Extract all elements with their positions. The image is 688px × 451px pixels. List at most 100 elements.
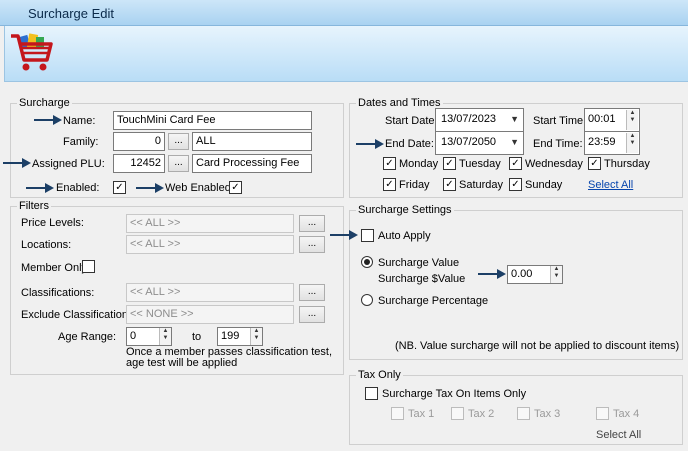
- auto-apply-label: Auto Apply: [378, 230, 431, 242]
- tax-1-label: Tax 1: [408, 408, 435, 420]
- start-date-value: 13/07/2023: [441, 113, 497, 125]
- tuesday-checkbox[interactable]: ✓: [443, 157, 456, 170]
- exclude-classifications-browse-button[interactable]: ...: [299, 306, 325, 323]
- tax-on-items-checkbox[interactable]: [365, 387, 378, 400]
- surcharge-value-label: Surcharge Value: [378, 257, 460, 269]
- pointer-arrow-end-date: [356, 139, 384, 149]
- pointer-arrow-name: [34, 115, 62, 125]
- surcharge-value-radio[interactable]: [361, 256, 373, 268]
- price-levels-field: << ALL >>: [126, 214, 294, 233]
- window-title: Surcharge Edit: [28, 6, 114, 21]
- start-time-value: 00:01: [588, 113, 616, 125]
- web-enabled-label: Web Enabled: [165, 182, 231, 194]
- classifications-label: Classifications:: [21, 287, 95, 299]
- auto-apply-checkbox[interactable]: [361, 229, 374, 242]
- age-to-label: to: [192, 331, 202, 343]
- plu-name-field: Card Processing Fee: [192, 154, 312, 173]
- pointer-arrow-dollar-value: [478, 269, 506, 279]
- friday-checkbox[interactable]: ✓: [383, 178, 396, 191]
- member-only-checkbox[interactable]: [82, 260, 95, 273]
- enabled-label: Enabled:: [56, 182, 100, 194]
- start-time-label: Start Time:: [533, 115, 587, 127]
- plu-label: Assigned PLU:: [32, 158, 105, 170]
- price-levels-browse-button[interactable]: ...: [299, 215, 325, 232]
- header-banner: [4, 26, 688, 82]
- tuesday-label: Tuesday: [459, 158, 501, 170]
- locations-field: << ALL >>: [126, 235, 294, 254]
- tax-1-checkbox[interactable]: [391, 407, 404, 420]
- pointer-arrow-web: [136, 183, 164, 193]
- plu-code-input[interactable]: 12452: [113, 154, 165, 173]
- surcharge-dollar-label: Surcharge $Value: [378, 273, 466, 285]
- discount-note: (NB. Value surcharge will not be applied…: [395, 340, 680, 352]
- classifications-field: << ALL >>: [126, 283, 294, 302]
- sunday-checkbox[interactable]: ✓: [509, 178, 522, 191]
- surcharge-percentage-radio[interactable]: [361, 294, 373, 306]
- monday-label: Monday: [399, 158, 439, 170]
- dates-legend: Dates and Times: [358, 97, 441, 109]
- surcharge-dollar-spin-icon[interactable]: ▲ ▼: [550, 266, 562, 283]
- tax-3-checkbox[interactable]: [517, 407, 530, 420]
- age-to-stepper[interactable]: 199 ▲ ▼: [217, 327, 263, 346]
- family-label: Family:: [63, 136, 99, 148]
- plu-browse-button[interactable]: ...: [168, 155, 189, 172]
- end-time-value: 23:59: [588, 136, 616, 148]
- member-only-label: Member Only: [21, 262, 88, 274]
- thursday-label: Thursday: [604, 158, 650, 170]
- locations-browse-button[interactable]: ...: [299, 236, 325, 253]
- family-code-input[interactable]: 0: [113, 132, 165, 151]
- saturday-label: Saturday: [459, 179, 504, 191]
- start-date-label: Start Date:: [385, 115, 438, 127]
- end-date-value: 13/07/2050: [441, 136, 497, 148]
- age-note-line-2: age test will be applied: [126, 357, 238, 369]
- enabled-checkbox[interactable]: ✓: [113, 181, 126, 194]
- classifications-browse-button[interactable]: ...: [299, 284, 325, 301]
- family-browse-button[interactable]: ...: [168, 133, 189, 150]
- start-time-stepper[interactable]: 00:01 ▲ ▼: [584, 108, 640, 132]
- age-from-value: 0: [130, 330, 137, 342]
- saturday-checkbox[interactable]: ✓: [443, 178, 456, 191]
- thursday-checkbox[interactable]: ✓: [588, 157, 601, 170]
- surcharge-dollar-stepper[interactable]: 0.00 ▲ ▼: [507, 265, 563, 284]
- friday-label: Friday: [399, 179, 430, 191]
- sunday-label: Sunday: [525, 179, 563, 191]
- tax-select-all-link[interactable]: Select All: [596, 429, 641, 441]
- surcharge-legend: Surcharge: [19, 97, 70, 109]
- end-date-picker[interactable]: 13/07/2050 ▼: [435, 131, 524, 155]
- end-date-label: End Date:: [385, 138, 434, 150]
- age-to-spin-icon[interactable]: ▲ ▼: [250, 328, 262, 345]
- surcharge-dollar-value: 0.00: [511, 268, 533, 280]
- tax-legend: Tax Only: [358, 369, 401, 381]
- pointer-arrow-enabled: [26, 183, 54, 193]
- web-enabled-checkbox[interactable]: ✓: [229, 181, 242, 194]
- surcharge-percentage-label: Surcharge Percentage: [378, 295, 489, 307]
- name-label: Name:: [63, 115, 96, 127]
- end-time-label: End Time:: [533, 138, 583, 150]
- start-time-spin-icon[interactable]: ▲ ▼: [626, 110, 638, 130]
- end-time-stepper[interactable]: 23:59 ▲ ▼: [584, 131, 640, 155]
- end-time-spin-icon[interactable]: ▲ ▼: [626, 133, 638, 153]
- shopping-cart-icon: [11, 33, 53, 71]
- price-levels-label: Price Levels:: [21, 217, 84, 229]
- pointer-arrow-plu: [3, 158, 31, 168]
- tax-4-label: Tax 4: [613, 408, 640, 420]
- wednesday-checkbox[interactable]: ✓: [509, 157, 522, 170]
- age-from-stepper[interactable]: 0 ▲ ▼: [126, 327, 172, 346]
- select-all-days-link[interactable]: Select All: [588, 179, 633, 191]
- filters-legend: Filters: [19, 200, 49, 212]
- monday-checkbox[interactable]: ✓: [383, 157, 396, 170]
- name-input[interactable]: TouchMini Card Fee: [113, 111, 312, 130]
- age-from-spin-icon[interactable]: ▲ ▼: [159, 328, 171, 345]
- tax-4-checkbox[interactable]: [596, 407, 609, 420]
- tax-3-label: Tax 3: [534, 408, 561, 420]
- wednesday-label: Wednesday: [525, 158, 583, 170]
- chevron-down-icon: ▼: [510, 114, 519, 124]
- title-bar: Surcharge Edit: [0, 0, 688, 26]
- start-date-picker[interactable]: 13/07/2023 ▼: [435, 108, 524, 132]
- age-to-value: 199: [221, 330, 240, 342]
- tax-on-items-label: Surcharge Tax On Items Only: [382, 388, 527, 400]
- tax-2-checkbox[interactable]: [451, 407, 464, 420]
- exclude-classifications-label: Exclude Classifications:: [21, 309, 137, 321]
- locations-label: Locations:: [21, 239, 72, 251]
- chevron-down-icon: ▼: [510, 137, 519, 147]
